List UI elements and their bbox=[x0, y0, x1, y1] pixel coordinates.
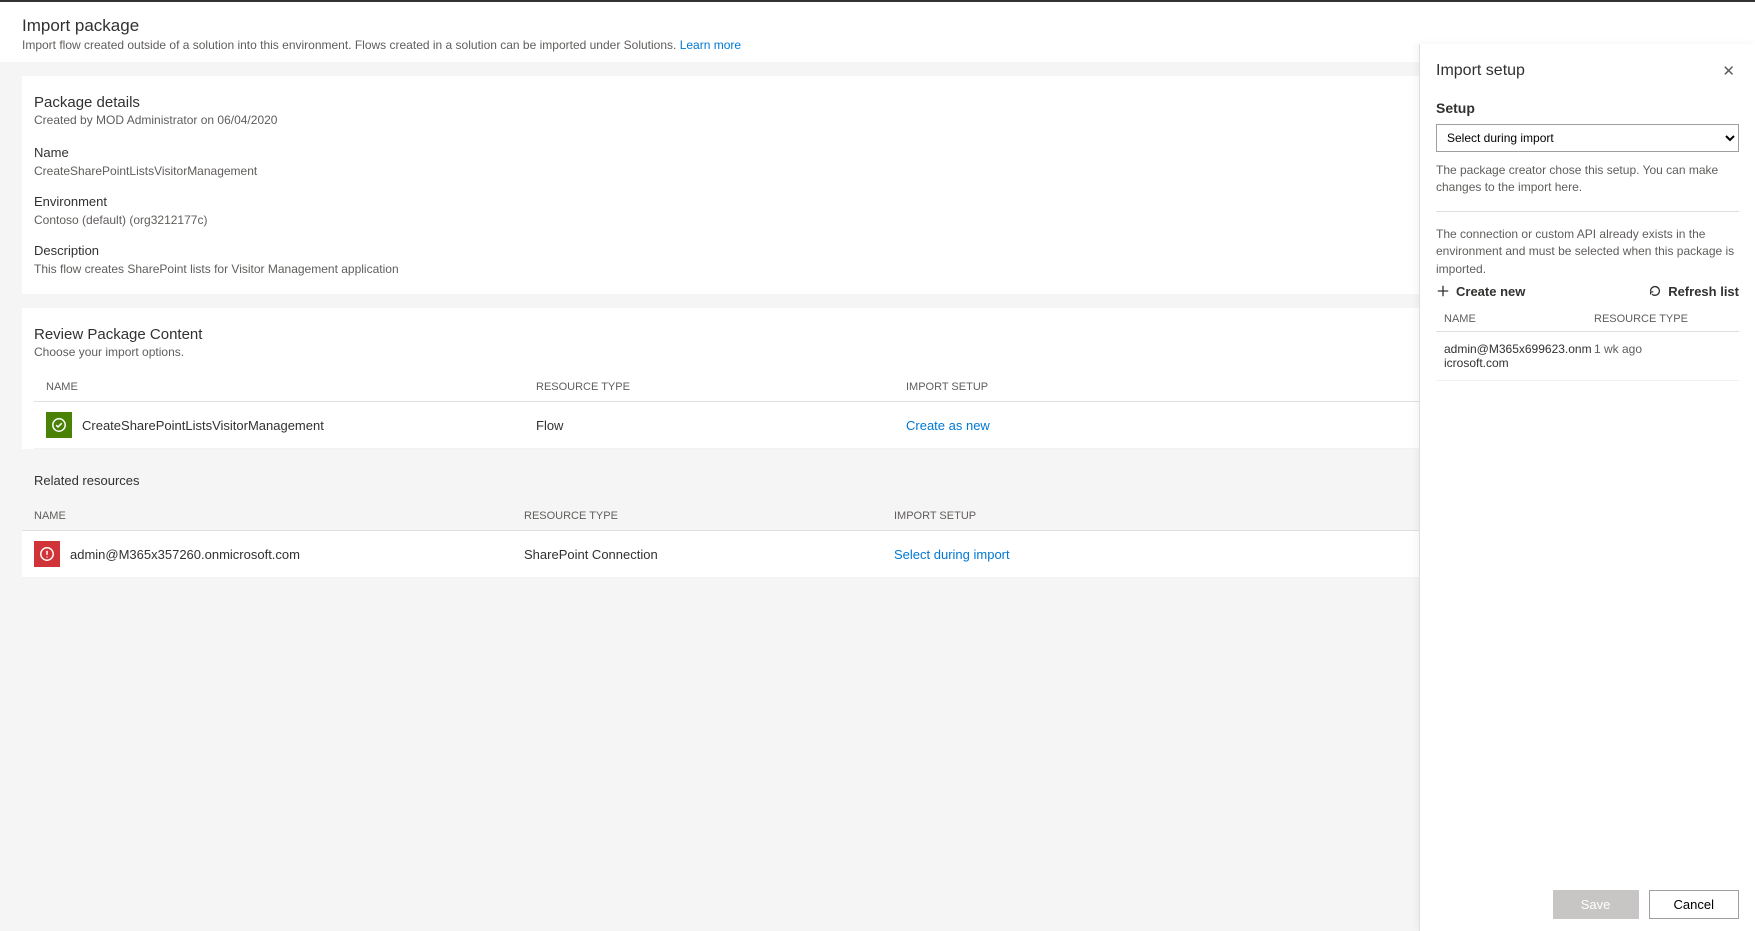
plus-icon bbox=[1436, 284, 1450, 298]
col-setup: IMPORT SETUP bbox=[906, 381, 1156, 393]
setup-label: Setup bbox=[1436, 100, 1739, 116]
check-circle-icon bbox=[46, 412, 72, 438]
panel-title: Import setup bbox=[1436, 62, 1525, 80]
col-name: NAME bbox=[1444, 313, 1594, 325]
error-circle-icon bbox=[34, 541, 60, 567]
cancel-button[interactable]: Cancel bbox=[1649, 890, 1739, 919]
connection-row[interactable]: admin@M365x699623.onmicrosoft.com 1 wk a… bbox=[1436, 332, 1739, 381]
refresh-list-button[interactable]: Refresh list bbox=[1648, 284, 1739, 299]
row-setup-cell: Create as new bbox=[906, 418, 1156, 433]
setup-help-1: The package creator chose this setup. Yo… bbox=[1436, 162, 1739, 197]
create-new-label: Create new bbox=[1456, 284, 1525, 299]
row-type-cell: SharePoint Connection bbox=[524, 547, 894, 562]
import-setup-link[interactable]: Create as new bbox=[906, 418, 990, 433]
setup-help-2: The connection or custom API already exi… bbox=[1436, 226, 1739, 278]
learn-more-link[interactable]: Learn more bbox=[680, 38, 741, 52]
connection-table-header: NAME RESOURCE TYPE bbox=[1436, 303, 1739, 332]
subtitle-text: Import flow created outside of a solutio… bbox=[22, 38, 680, 52]
save-button[interactable]: Save bbox=[1553, 890, 1639, 919]
row-name-text: CreateSharePointListsVisitorManagement bbox=[82, 418, 324, 433]
row-type-cell: Flow bbox=[536, 418, 906, 433]
col-type: RESOURCE TYPE bbox=[524, 510, 894, 522]
panel-footer: Save Cancel bbox=[1420, 878, 1755, 931]
panel-header: Import setup ✕ bbox=[1420, 44, 1755, 96]
import-setup-panel: Import setup ✕ Setup Select during impor… bbox=[1419, 44, 1755, 931]
page-title: Import package bbox=[22, 16, 1733, 36]
panel-body: Setup Select during import The package c… bbox=[1420, 96, 1755, 878]
import-setup-link[interactable]: Select during import bbox=[894, 547, 1010, 562]
row-name-text: admin@M365x357260.onmicrosoft.com bbox=[70, 547, 300, 562]
refresh-icon bbox=[1648, 284, 1662, 298]
row-name-cell: CreateSharePointListsVisitorManagement bbox=[46, 412, 536, 438]
col-type: RESOURCE TYPE bbox=[536, 381, 906, 393]
refresh-list-label: Refresh list bbox=[1668, 284, 1739, 299]
connection-name: admin@M365x699623.onmicrosoft.com bbox=[1444, 342, 1594, 370]
col-type: RESOURCE TYPE bbox=[1594, 313, 1731, 325]
setup-select[interactable]: Select during import bbox=[1436, 124, 1739, 152]
panel-actions: Create new Refresh list bbox=[1436, 284, 1739, 299]
create-new-button[interactable]: Create new bbox=[1436, 284, 1525, 299]
row-setup-cell: Select during import bbox=[894, 547, 1144, 562]
row-name-cell: admin@M365x357260.onmicrosoft.com bbox=[34, 541, 524, 567]
col-setup: IMPORT SETUP bbox=[894, 510, 1144, 522]
col-name: NAME bbox=[34, 510, 524, 522]
divider bbox=[1436, 211, 1739, 212]
connection-age: 1 wk ago bbox=[1594, 342, 1731, 370]
col-name: NAME bbox=[46, 381, 536, 393]
close-icon[interactable]: ✕ bbox=[1718, 58, 1739, 84]
